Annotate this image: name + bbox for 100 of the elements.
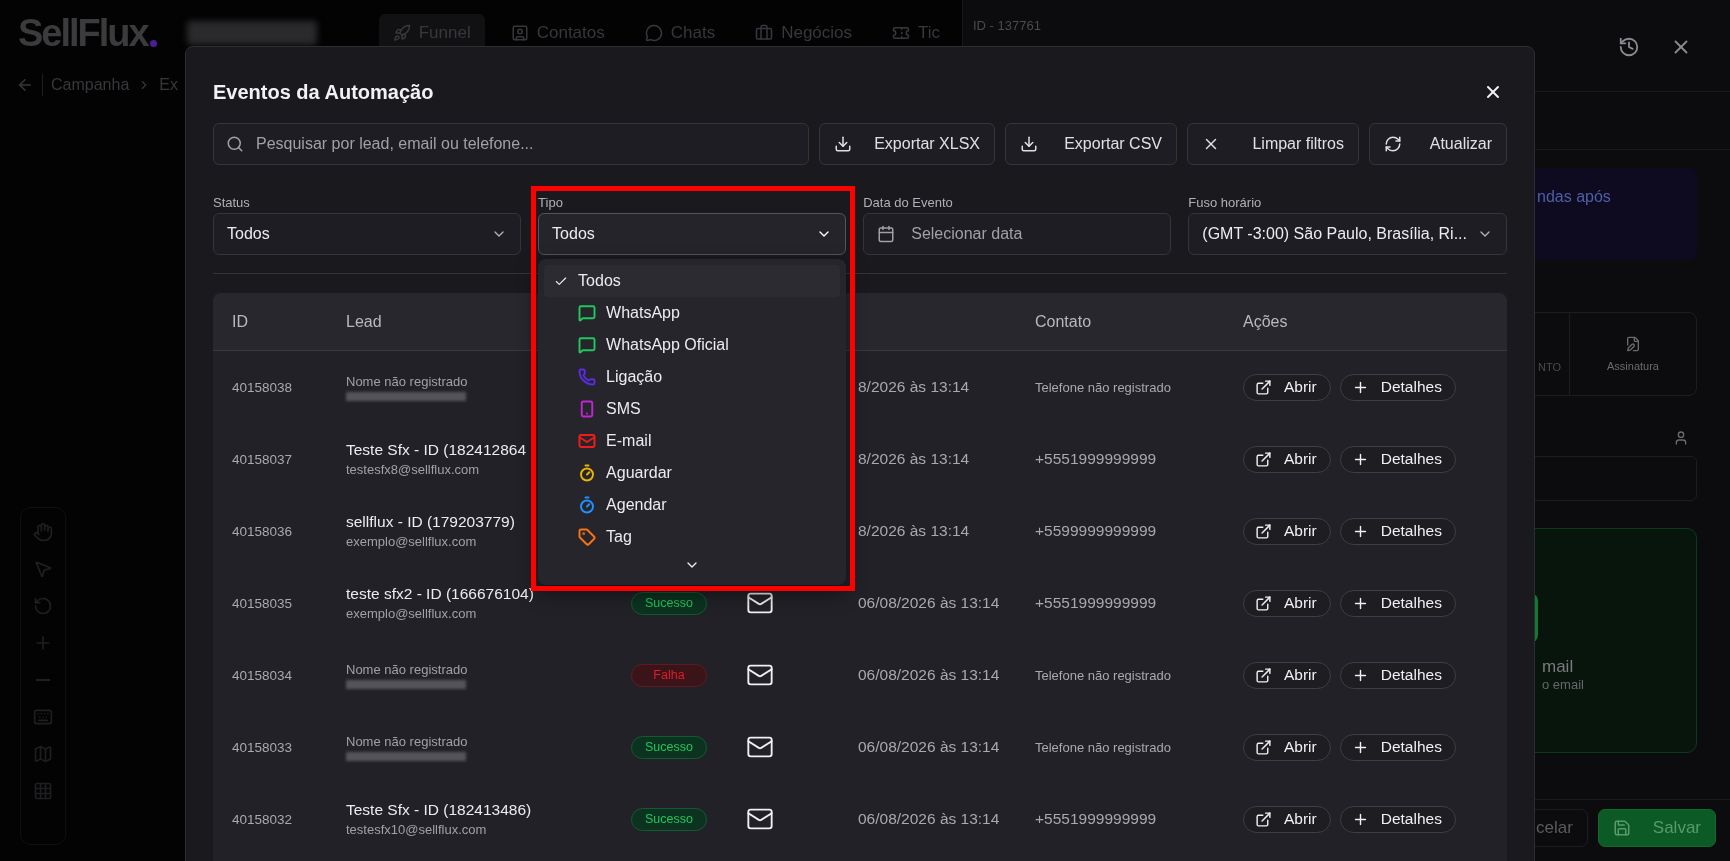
menu-option[interactable]: Tag bbox=[544, 521, 841, 553]
table-cell-text: +5551999999999 bbox=[1034, 810, 1158, 828]
grid-icon bbox=[33, 781, 53, 801]
external-link-icon bbox=[1255, 522, 1272, 540]
lead-name: sellflux - ID (179203779) bbox=[346, 513, 515, 531]
toolbar-button[interactable]: Atualizar bbox=[1369, 123, 1507, 165]
column-header: Contato bbox=[1035, 312, 1092, 331]
rocket-icon bbox=[392, 24, 411, 42]
open-button[interactable]: Abrir bbox=[1243, 445, 1331, 473]
toolbar-button[interactable]: Exportar CSV bbox=[1005, 123, 1177, 165]
keyboard-icon bbox=[33, 707, 53, 727]
lead-name: Teste Sfx - ID (182412864 bbox=[346, 441, 527, 459]
modal-title: Eventos da Automação bbox=[213, 80, 434, 104]
lead-name: Nome não registrado bbox=[346, 733, 468, 749]
menu-option[interactable]: Ligação bbox=[544, 361, 841, 393]
open-button[interactable]: Abrir bbox=[1243, 733, 1331, 761]
record-id: ID - 137761 bbox=[973, 18, 1041, 35]
select-field[interactable]: (GMT -3:00) São Paulo, Brasília, Ri... bbox=[1188, 213, 1507, 255]
table-cell-text: 40158036 bbox=[231, 523, 294, 539]
contact-card-icon bbox=[510, 24, 529, 42]
menu-option[interactable]: Agendar bbox=[544, 489, 841, 521]
lead-name: teste sfx2 - ID (166676104) bbox=[346, 585, 534, 603]
toolbar-button[interactable]: Exportar XLSX bbox=[819, 123, 995, 165]
details-button[interactable]: Detalhes bbox=[1339, 733, 1456, 761]
details-button[interactable]: Detalhes bbox=[1339, 805, 1456, 833]
table-cell-text: Telefone não registrado bbox=[1034, 739, 1172, 755]
details-button[interactable]: Detalhes bbox=[1339, 517, 1456, 545]
status-badge: Falha bbox=[631, 663, 707, 687]
open-button[interactable]: Abrir bbox=[1243, 373, 1331, 401]
table-cell-text: 06/08/2026 às 13:14 bbox=[857, 666, 1001, 684]
card-title: mail bbox=[1542, 657, 1575, 677]
details-button[interactable]: Detalhes bbox=[1339, 373, 1456, 401]
table-cell-text: +5551999999999 bbox=[1034, 594, 1158, 612]
briefcase-icon bbox=[755, 24, 774, 42]
table-cell-text: 06/08/2026 às 13:14 bbox=[857, 594, 1001, 612]
table-cell-text: +5551999999999 bbox=[1034, 450, 1158, 468]
table-cell-text: 40158032 bbox=[231, 811, 294, 827]
lead-name: Teste Sfx - ID (182413486) bbox=[346, 801, 532, 819]
menu-option[interactable]: E-mail bbox=[544, 425, 841, 457]
column-header: ID bbox=[232, 312, 248, 331]
download-icon bbox=[1020, 135, 1038, 153]
ticket-icon bbox=[892, 24, 911, 42]
user-icon bbox=[1673, 430, 1689, 446]
status-badge: Sucesso bbox=[631, 807, 707, 831]
details-button[interactable]: Detalhes bbox=[1339, 589, 1456, 617]
calendar-icon bbox=[877, 225, 896, 243]
save-icon bbox=[1612, 818, 1631, 837]
menu-option[interactable]: Todos bbox=[544, 265, 841, 297]
table-cell-text: 06/08/2026 às 13:14 bbox=[857, 810, 1001, 828]
table-cell-text: 40158037 bbox=[231, 451, 294, 467]
select-field[interactable]: Todos bbox=[213, 213, 522, 255]
toolbar-button[interactable]: Limpar filtros bbox=[1187, 123, 1359, 165]
refresh-icon bbox=[1384, 135, 1402, 153]
table-cell-text: Telefone não registrado bbox=[1034, 667, 1172, 683]
open-button[interactable]: Abrir bbox=[1243, 517, 1331, 545]
menu-option[interactable]: SMS bbox=[544, 393, 841, 425]
menu-option[interactable]: WhatsApp Oficial bbox=[544, 329, 841, 361]
lead-name: Nome não registrado bbox=[346, 373, 468, 389]
table-cell-text: 06/08/2026 às 13:14 bbox=[857, 738, 1001, 756]
table-cell-text: 40158033 bbox=[231, 739, 294, 755]
signature-file-icon bbox=[1625, 336, 1641, 352]
table-cell-text: 40158035 bbox=[231, 595, 294, 611]
column-header: Ações bbox=[1243, 312, 1288, 331]
table-cell-text: 8/2026 às 13:14 bbox=[857, 522, 971, 540]
external-link-icon bbox=[1255, 450, 1272, 468]
filter-label: Tipo bbox=[538, 195, 564, 209]
status-badge: Sucesso bbox=[631, 735, 707, 759]
open-button[interactable]: Abrir bbox=[1243, 661, 1331, 689]
search-icon bbox=[226, 135, 244, 153]
select-field[interactable]: Todos bbox=[538, 213, 847, 255]
table-cell-text: 8/2026 às 13:14 bbox=[857, 450, 971, 468]
lead-name: Nome não registrado bbox=[346, 661, 468, 677]
search-field[interactable]: Pesquisar por lead, email ou telefone... bbox=[213, 123, 809, 165]
date-field[interactable]: Selecionar data bbox=[863, 213, 1172, 255]
menu-option[interactable]: WhatsApp bbox=[544, 297, 841, 329]
undo-icon bbox=[33, 596, 53, 616]
download-icon bbox=[834, 135, 852, 153]
external-link-icon bbox=[1255, 594, 1272, 612]
chat-bubble-icon bbox=[644, 24, 663, 42]
filter-label: Status bbox=[213, 195, 251, 209]
table-cell-text: +5599999999999 bbox=[1034, 522, 1158, 540]
open-button[interactable]: Abrir bbox=[1243, 589, 1331, 617]
lead-email: testesfx10@sellflux.com bbox=[346, 822, 487, 837]
pointer-icon bbox=[33, 559, 53, 579]
lead-email: testesfx8@sellflux.com bbox=[346, 462, 480, 477]
hand-icon bbox=[33, 522, 53, 542]
open-button[interactable]: Abrir bbox=[1243, 805, 1331, 833]
map-icon bbox=[33, 744, 53, 764]
details-button[interactable]: Detalhes bbox=[1339, 445, 1456, 473]
details-button[interactable]: Detalhes bbox=[1339, 661, 1456, 689]
logo: SellFlux bbox=[18, 11, 157, 55]
history-icon bbox=[1618, 36, 1640, 58]
filter-label: Fuso horário bbox=[1188, 195, 1263, 209]
table-cell-text: 8/2026 às 13:14 bbox=[857, 378, 971, 396]
menu-option[interactable]: Aguardar bbox=[544, 457, 841, 489]
option-label[interactable]: Assinatura bbox=[1607, 360, 1659, 372]
lead-email: exemplo@sellflux.com bbox=[346, 606, 477, 621]
external-link-icon bbox=[1255, 810, 1272, 828]
external-link-icon bbox=[1255, 378, 1272, 396]
lead-email: exemplo@sellflux.com bbox=[346, 534, 477, 549]
